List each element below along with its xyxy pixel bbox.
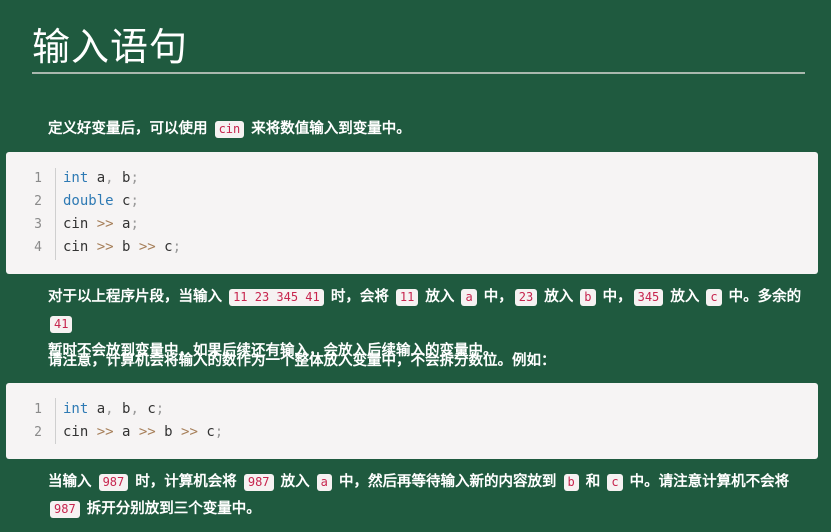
slide: 输入语句 定义好变量后，可以使用 cin 来将数值输入到变量中。 1 int a… bbox=[0, 0, 831, 532]
code-text: c bbox=[113, 193, 131, 209]
text: 定义好变量后，可以使用 bbox=[48, 121, 213, 137]
inline-code: c bbox=[706, 289, 722, 306]
text: 中， bbox=[478, 289, 513, 305]
operator: >> bbox=[96, 216, 114, 232]
code-line: 2 double c; bbox=[6, 190, 818, 213]
punct: ; bbox=[130, 193, 139, 209]
text: 来将数值输入到变量中。 bbox=[246, 121, 411, 137]
punct: , bbox=[105, 401, 114, 417]
text: 当输入 bbox=[48, 474, 97, 490]
code-text: cin bbox=[63, 424, 97, 440]
inline-code-cin: cin bbox=[214, 121, 245, 138]
line-number: 1 bbox=[34, 171, 42, 186]
code-text: c bbox=[155, 239, 173, 255]
code-text: b bbox=[113, 239, 139, 255]
code-block-1: 1 int a, b; 2 double c; 3 cin >> a; 4 ci… bbox=[6, 152, 818, 274]
code-line: 3 cin >> a; bbox=[6, 213, 818, 236]
text: 中。请注意计算机 bbox=[624, 474, 746, 490]
line-number: 2 bbox=[34, 425, 42, 440]
text: 时，计算机会将 bbox=[130, 474, 242, 490]
text: 放入 bbox=[420, 289, 460, 305]
punct: ; bbox=[155, 401, 165, 417]
code-text: c bbox=[138, 401, 156, 417]
operator: >> bbox=[96, 239, 114, 255]
code-text: cin bbox=[63, 239, 97, 255]
inline-code: c bbox=[607, 474, 623, 491]
code-line: 2 cin >> a >> b >> c; bbox=[6, 421, 818, 444]
text: 中。多余的 bbox=[723, 289, 802, 305]
code-line: 1 int a, b, c; bbox=[6, 398, 818, 421]
text: 拆开分别放到三个变量中。 bbox=[81, 501, 261, 517]
code-line: 1 int a, b; bbox=[6, 167, 818, 190]
keyword: double bbox=[63, 193, 114, 209]
inline-code: 987 bbox=[243, 474, 274, 491]
inline-code: b bbox=[563, 474, 579, 491]
code-text: a bbox=[88, 170, 106, 186]
keyword: int bbox=[63, 401, 89, 417]
inline-code: 345 bbox=[633, 289, 664, 306]
inline-code: 987 bbox=[98, 474, 129, 491]
operator: >> bbox=[138, 424, 156, 440]
intro-paragraph: 定义好变量后，可以使用 cin 来将数值输入到变量中。 bbox=[48, 116, 818, 143]
inline-code: 11 23 345 41 bbox=[229, 289, 324, 306]
inline-code: 23 bbox=[514, 289, 538, 306]
text: 中，然后再等待输入新的内容放到 bbox=[333, 474, 562, 490]
code-text: a bbox=[88, 401, 106, 417]
code-text: a bbox=[113, 424, 139, 440]
code-text: a bbox=[113, 216, 131, 232]
punct: , bbox=[105, 170, 114, 186]
code-text: b bbox=[113, 170, 131, 186]
punct: ; bbox=[172, 239, 182, 255]
line-number: 4 bbox=[34, 240, 42, 255]
code-text: b bbox=[113, 401, 131, 417]
operator: >> bbox=[96, 424, 114, 440]
punct: , bbox=[130, 401, 139, 417]
keyword: int bbox=[63, 170, 89, 186]
text: 放入 bbox=[539, 289, 579, 305]
text: 和 bbox=[580, 474, 606, 490]
operator: >> bbox=[181, 424, 198, 440]
line-number: 1 bbox=[34, 402, 42, 417]
line-number: 2 bbox=[34, 194, 42, 209]
punct: ; bbox=[214, 424, 224, 440]
text: 将 bbox=[774, 474, 790, 490]
inline-code: a bbox=[461, 289, 477, 306]
code-block-2: 1 int a, b, c; 2 cin >> a >> b >> c; bbox=[6, 383, 818, 459]
inline-code: b bbox=[580, 289, 596, 306]
text: 放入 bbox=[665, 289, 705, 305]
line-number: 3 bbox=[34, 217, 42, 232]
code-text: b bbox=[155, 424, 182, 440]
code-text: c bbox=[197, 424, 215, 440]
example-paragraph: 当输入 987 时，计算机会将 987 放入 a 中，然后再等待输入新的内容放到… bbox=[48, 469, 818, 523]
page-title: 输入语句 bbox=[32, 25, 189, 69]
punct: ; bbox=[130, 170, 139, 186]
note-paragraph: 请注意，计算机会将输入的数作为一个整体放入变量中，不会拆分数位。例如： bbox=[48, 353, 556, 369]
inline-code: 987 bbox=[50, 501, 80, 518]
code-text: cin bbox=[63, 216, 97, 232]
title-divider bbox=[32, 72, 805, 74]
inline-code: 41 bbox=[50, 316, 73, 333]
punct: ; bbox=[130, 216, 139, 232]
text: 时，会将 bbox=[325, 289, 394, 305]
text: 对于以上程序片段，当输入 bbox=[48, 289, 228, 305]
operator: >> bbox=[138, 239, 156, 255]
code-line: 4 cin >> b >> c; bbox=[6, 236, 818, 259]
inline-code: a bbox=[316, 474, 332, 491]
bold-text: 不会 bbox=[745, 474, 775, 490]
inline-code: 11 bbox=[395, 289, 419, 306]
text: 中， bbox=[597, 289, 632, 305]
text: 放入 bbox=[275, 474, 315, 490]
